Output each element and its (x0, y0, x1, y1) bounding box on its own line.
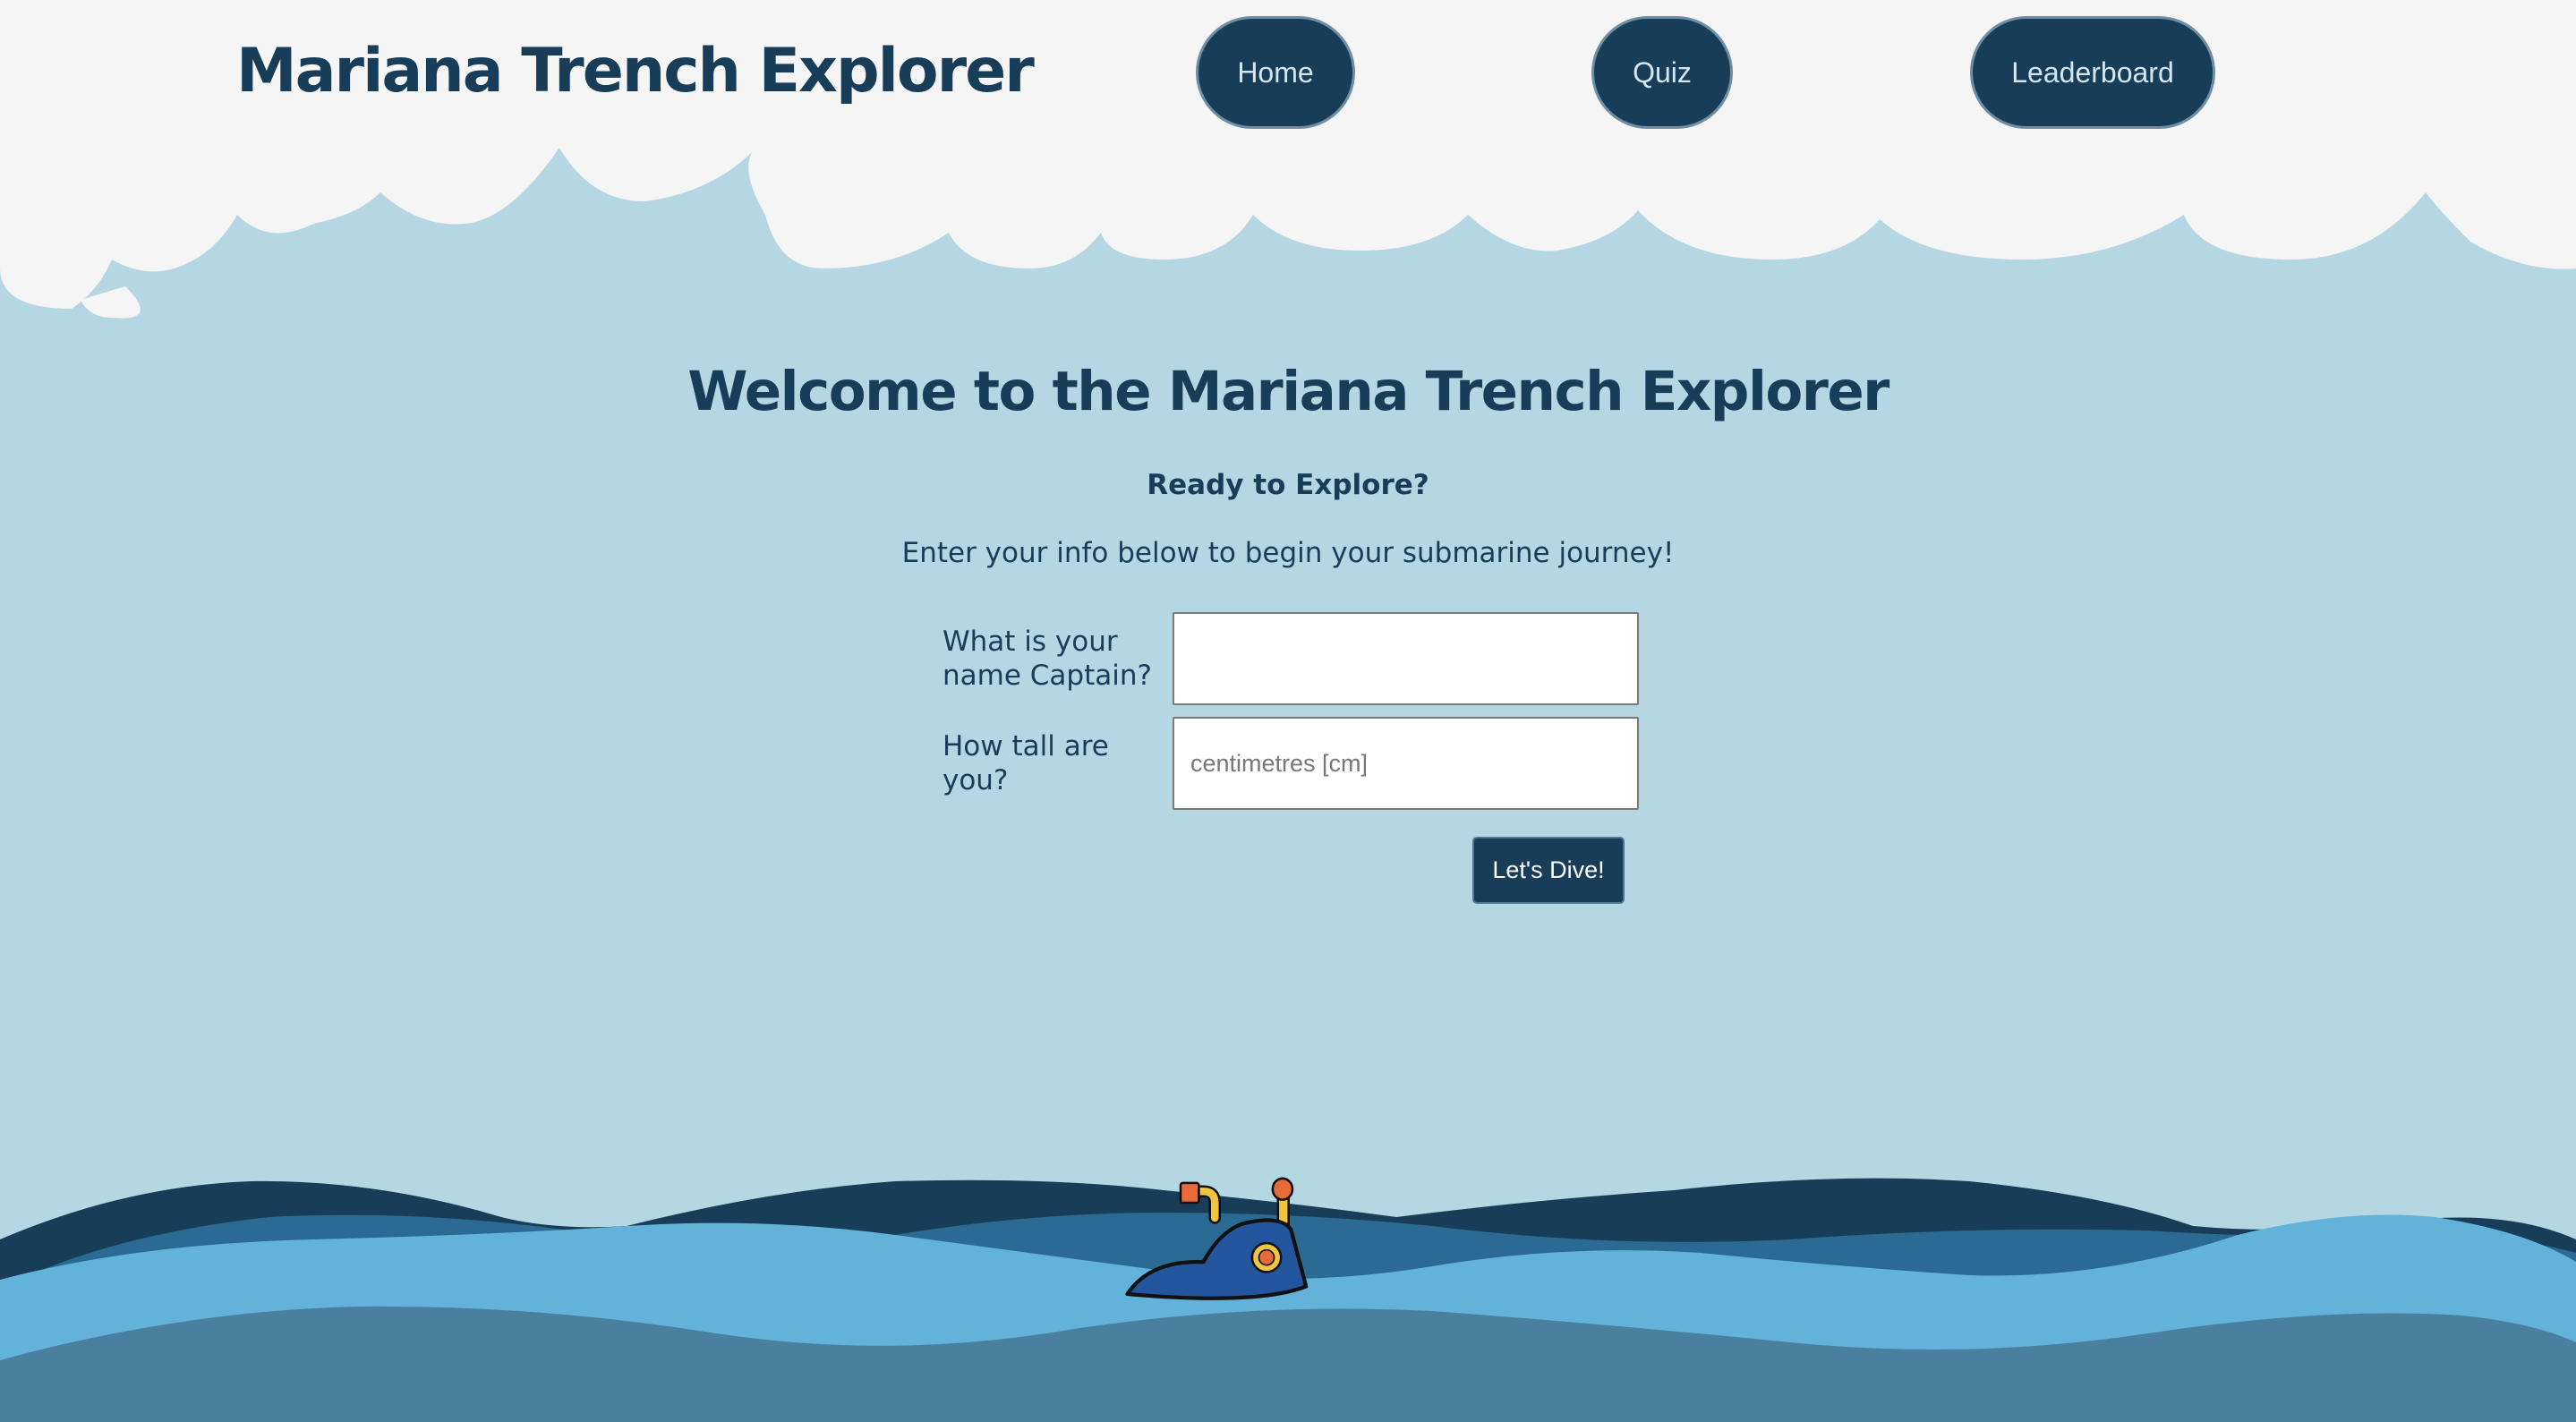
height-input[interactable] (1173, 717, 1639, 810)
intro-text: Enter your info below to begin your subm… (901, 537, 1675, 569)
height-label: How tall are you? (943, 730, 1109, 796)
submarine-icon (1125, 1177, 1309, 1300)
nav-home-button[interactable]: Home (1196, 16, 1355, 129)
page: Mariana Trench Explorer Home Quiz Leader… (0, 0, 2576, 1422)
ready-heading: Ready to Explore? (1147, 469, 1429, 501)
lets-dive-button[interactable]: Let's Dive! (1472, 837, 1625, 904)
nav-leaderboard-button[interactable]: Leaderboard (1970, 16, 2215, 129)
welcome-title: Welcome to the Mariana Trench Explorer (687, 360, 1889, 423)
name-input[interactable] (1173, 612, 1639, 705)
name-label: What is your name Captain? (943, 626, 1152, 692)
site-title: Mariana Trench Explorer (236, 36, 1035, 106)
nav-quiz-button[interactable]: Quiz (1591, 16, 1733, 129)
site-header: Mariana Trench Explorer Home Quiz Leader… (0, 0, 2576, 152)
